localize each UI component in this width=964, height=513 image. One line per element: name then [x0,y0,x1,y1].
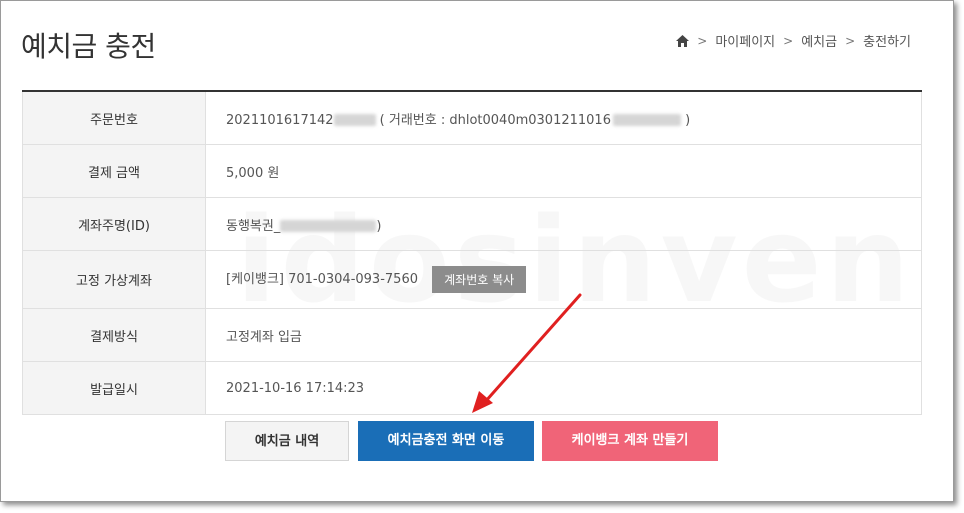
table-row: 계좌주명(ID) 동행복권_) [22,197,922,251]
breadcrumb-charge: 충전하기 [863,35,911,50]
amount-value: 5,000 원 [205,144,922,198]
breadcrumb-deposit[interactable]: 예치금 [801,31,837,50]
page-frame: 예치금 충전 > 마이페이지 > 예치금 > 충전하기 idosinven 주문… [0,0,954,502]
table-row: 결제방식 고정계좌 입금 [22,308,922,362]
row-label-virtual-account: 고정 가상계좌 [22,250,206,309]
create-kbank-account-button[interactable]: 케이뱅크 계좌 만들기 [542,421,718,461]
row-label-order-number: 주문번호 [22,90,206,145]
home-icon[interactable] [676,34,690,47]
redacted-text [333,114,376,126]
table-row: 고정 가상계좌 [케이뱅크] 701-0304-093-7560 계좌번호 복사 [22,250,922,309]
account-holder-value: 동행복권_) [205,197,922,251]
go-to-charge-button[interactable]: 예치금충전 화면 이동 [358,421,534,461]
order-number-value: 2021101617142 ( 거래번호 : dhlot0040m0301211… [205,90,922,145]
table-row: 결제 금액 5,000 원 [22,144,922,198]
row-label-payment-method: 결제방식 [22,308,206,362]
chevron-right-icon: > [845,33,856,48]
chevron-right-icon: > [783,33,794,48]
issue-date-value: 2021-10-16 17:14:23 [205,361,922,415]
virtual-account-value: [케이뱅크] 701-0304-093-7560 계좌번호 복사 [205,250,922,309]
redacted-text [612,114,681,126]
breadcrumb: > 마이페이지 > 예치금 > 충전하기 [676,31,911,50]
row-label-amount: 결제 금액 [22,144,206,198]
charge-info-table: 주문번호 2021101617142 ( 거래번호 : dhlot0040m03… [22,90,922,415]
chevron-right-icon: > [697,33,708,48]
row-label-account-holder: 계좌주명(ID) [22,197,206,251]
copy-account-button[interactable]: 계좌번호 복사 [432,266,527,293]
page-title: 예치금 충전 [21,30,156,63]
deposit-history-button[interactable]: 예치금 내역 [225,421,349,461]
redacted-text [280,220,377,232]
table-row: 주문번호 2021101617142 ( 거래번호 : dhlot0040m03… [22,90,922,145]
payment-method-value: 고정계좌 입금 [205,308,922,362]
table-row: 발급일시 2021-10-16 17:14:23 [22,361,922,415]
breadcrumb-mypage[interactable]: 마이페이지 [715,31,775,50]
row-label-issue-date: 발급일시 [22,361,206,415]
